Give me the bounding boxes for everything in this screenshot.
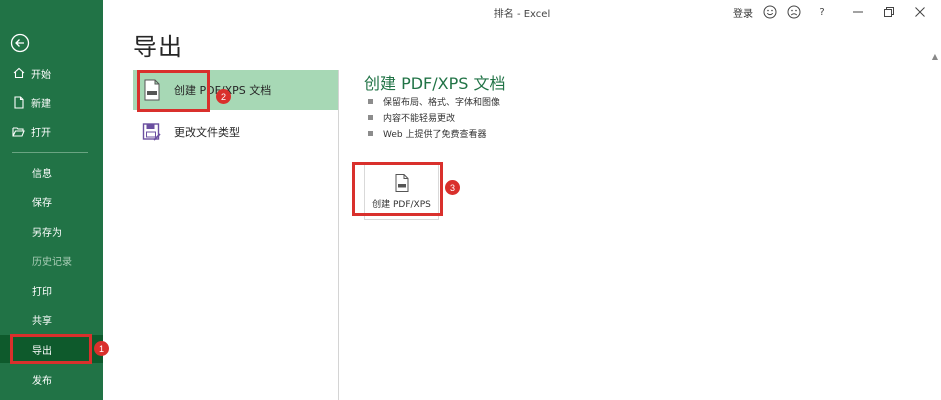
home-icon (12, 67, 25, 80)
annotation-box-create-pdf (137, 70, 210, 112)
restore-icon[interactable] (881, 4, 897, 20)
sidebar-item-publish[interactable]: 发布 (0, 365, 103, 393)
excel-backstage-window: 开始 新建 打开 信息 保存 另存为 历史记录 打印 共享 导出 发布 排名 -… (0, 0, 941, 400)
scrollbar[interactable]: ▲ (929, 24, 941, 400)
sidebar-item-label: 打印 (32, 286, 52, 298)
sidebar-item-label: 共享 (32, 315, 52, 327)
smile-icon[interactable] (762, 4, 778, 20)
scroll-up-icon[interactable]: ▲ (932, 52, 938, 61)
page-title: 导出 (133, 33, 183, 61)
close-icon[interactable] (912, 4, 928, 20)
change-file-type-icon (141, 120, 163, 144)
sidebar-item-home[interactable]: 开始 (0, 59, 103, 87)
new-file-icon (12, 95, 25, 109)
sidebar-item-save-as[interactable]: 另存为 (0, 217, 103, 245)
sidebar-item-share[interactable]: 共享 (0, 305, 103, 333)
sidebar-item-new[interactable]: 新建 (0, 88, 103, 116)
detail-bullets: 保留布局、格式、字体和图像 内容不能轻易更改 Web 上提供了免费查看器 (368, 93, 500, 141)
sidebar-item-label: 历史记录 (32, 256, 72, 268)
sidebar-item-label: 打开 (31, 127, 51, 139)
sidebar-item-history[interactable]: 历史记录 (0, 246, 103, 274)
login-link[interactable]: 登录 (733, 5, 753, 20)
sidebar-item-label: 新建 (31, 98, 51, 110)
export-options-list: 创建 PDF/XPS 文档 更改文件类型 (133, 70, 338, 400)
detail-title: 创建 PDF/XPS 文档 (364, 74, 506, 93)
annotation-box-export (10, 334, 92, 364)
list-item: Web 上提供了免费查看器 (368, 125, 500, 141)
sidebar-item-print[interactable]: 打印 (0, 276, 103, 304)
sidebar-item-label: 信息 (32, 168, 52, 180)
help-icon[interactable]: ? (814, 4, 830, 20)
bullet-square (368, 130, 373, 136)
list-item: 保留布局、格式、字体和图像 (368, 93, 500, 109)
annotation-badge-2: 2 (216, 89, 231, 104)
pane-divider (338, 70, 339, 400)
sidebar-item-label: 保存 (32, 197, 52, 209)
sidebar-item-open[interactable]: 打开 (0, 117, 103, 145)
open-folder-icon (12, 125, 25, 138)
back-arrow-icon[interactable] (10, 33, 30, 53)
sidebar-item-label: 另存为 (32, 227, 62, 239)
annotation-badge-1: 1 (94, 341, 109, 356)
annotation-badge-3: 3 (445, 180, 460, 195)
option-label: 更改文件类型 (174, 126, 240, 139)
frown-icon[interactable] (786, 4, 802, 20)
sidebar-divider (12, 152, 88, 153)
option-change-file-type[interactable]: 更改文件类型 (133, 112, 338, 152)
sidebar-item-label: 发布 (32, 375, 52, 387)
annotation-box-pdf-button (352, 162, 443, 216)
sidebar-item-label: 开始 (31, 69, 51, 81)
list-item: 内容不能轻易更改 (368, 109, 500, 125)
sidebar-item-info[interactable]: 信息 (0, 158, 103, 186)
minimize-icon[interactable] (850, 4, 866, 20)
sidebar-item-save[interactable]: 保存 (0, 187, 103, 215)
bullet-square (368, 114, 373, 120)
bullet-square (368, 98, 373, 104)
